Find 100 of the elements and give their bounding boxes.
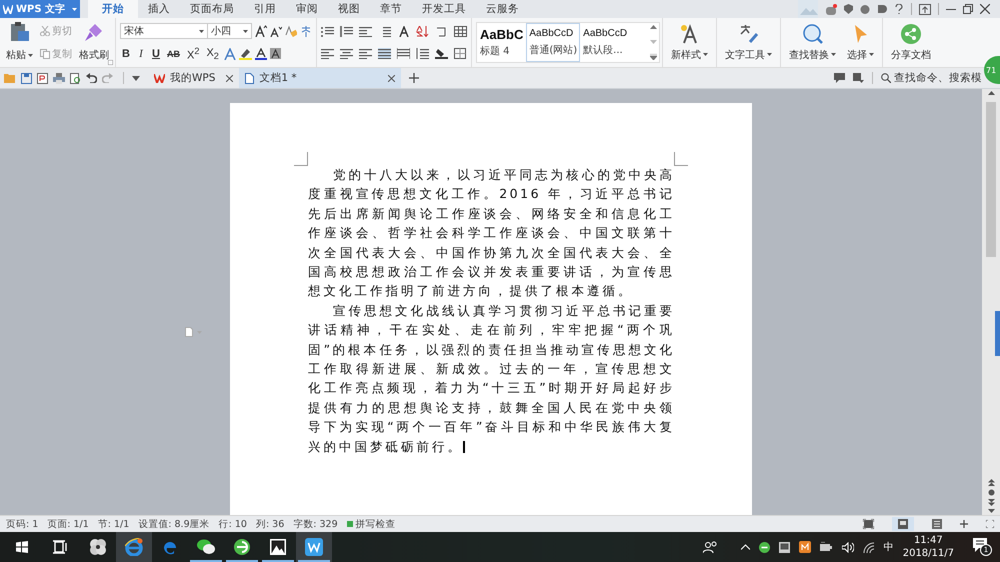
distribute-icon[interactable] <box>397 48 410 60</box>
document-tab[interactable]: 文档1 * <box>239 68 402 88</box>
shrink-font-icon[interactable] <box>270 25 282 38</box>
full-screen-icon[interactable] <box>863 519 874 529</box>
numbered-list-icon[interactable] <box>340 26 353 37</box>
ribbon-tab[interactable]: 开发工具 <box>412 0 476 18</box>
ribbon-tab[interactable]: 开始 <box>88 0 138 18</box>
align-center-icon[interactable] <box>340 48 353 60</box>
share-icon <box>900 23 922 46</box>
outline-view-icon[interactable] <box>932 519 942 529</box>
font-style-button[interactable]: X$_{2}$ <box>204 46 221 61</box>
ribbon-tab[interactable]: 审阅 <box>286 0 328 18</box>
restore-icon[interactable] <box>963 4 973 14</box>
app-menu-button[interactable]: WPS 文字 <box>0 0 80 18</box>
ribbon-tab[interactable]: 引用 <box>244 0 286 18</box>
pinyin-icon[interactable] <box>300 25 312 38</box>
font-size-icon[interactable] <box>397 26 410 37</box>
copy-icon <box>40 48 50 59</box>
scroll-down-icon[interactable] <box>988 509 994 513</box>
command-search-field[interactable]: 查找命令、搜索模 <box>881 71 982 85</box>
comment-icon[interactable] <box>834 73 845 83</box>
status-text: 节: 1/1 <box>98 518 130 530</box>
document-tab[interactable]: 我的WPS <box>148 68 240 88</box>
table-icon[interactable] <box>454 26 467 37</box>
tools-button[interactable]: 文字工具 <box>721 20 776 65</box>
image-icon <box>269 538 287 556</box>
w-logo-icon <box>3 4 13 14</box>
fit-icon[interactable] <box>986 520 994 528</box>
select-browse-icon[interactable] <box>988 489 994 496</box>
scroll-up-icon[interactable] <box>650 25 658 29</box>
ribbon-tab[interactable]: 页面布局 <box>180 0 244 18</box>
style-preset[interactable]: AaBbCcD 默认段... <box>580 23 650 62</box>
caret-icon[interactable] <box>132 76 140 80</box>
taskbar-app[interactable] <box>296 532 332 562</box>
find-button[interactable]: 查找替换 <box>785 20 840 65</box>
status-text: 页面: 1/1 <box>47 518 89 530</box>
help-icon[interactable] <box>894 4 904 14</box>
paste-button[interactable]: 粘贴 <box>4 20 35 65</box>
spell-check-button[interactable]: 拼写检查 <box>346 518 396 530</box>
ribbon-tab[interactable]: 云服务 <box>476 0 529 18</box>
bullet-list-icon[interactable] <box>321 26 334 37</box>
pin-icon[interactable] <box>853 73 864 83</box>
font-style-button[interactable]: X$^{2}$ <box>185 46 202 62</box>
chevron-up-icon[interactable] <box>740 544 750 550</box>
upload-icon[interactable] <box>919 4 931 14</box>
zoom-in-icon[interactable] <box>960 520 968 528</box>
ribbon-tab[interactable]: 章节 <box>370 0 412 18</box>
shield-icon[interactable] <box>844 4 853 14</box>
new-tab-icon[interactable] <box>409 73 420 83</box>
ribbon-tab[interactable]: 视图 <box>328 0 370 18</box>
justify-icon[interactable] <box>378 48 391 60</box>
border-icon[interactable] <box>454 48 467 60</box>
save-icon[interactable] <box>21 72 32 84</box>
font-style-button[interactable]: AB <box>165 48 182 59</box>
sort-icon[interactable] <box>416 26 429 37</box>
grow-font-icon[interactable] <box>255 25 267 38</box>
align-left-icon[interactable] <box>321 48 334 60</box>
volume-icon[interactable] <box>842 542 854 552</box>
style-preset[interactable]: AaBbCcD 普通(网站) <box>526 23 580 62</box>
clear-format-icon[interactable] <box>285 25 297 38</box>
wifi-icon[interactable] <box>862 542 875 552</box>
font-style-button[interactable]: I <box>135 48 147 60</box>
style-button[interactable]: 新样式 <box>667 20 712 65</box>
font-size-field[interactable]: 小四 <box>207 23 252 40</box>
scrollbar-thumb[interactable] <box>986 102 996 257</box>
paragraph: 宣传思想文化战线认真学习贯彻习近平总书记重要讲话精神，干在实处、走在前列，牢牢把握“两个巩固”的根本任务，以强烈的责任担当推动宣传思想文化工作取得新进展、新成效。过去的一年，宣传思想文化工作亮点频现，着力为“十三五”时期开好局起好步提供有力的思想舆论支持，鼓舞全国人民在党中央领导下为实现“两个一百年”奋斗目标和中华民族伟大复兴的中国梦砥砺前行。 <box>308 302 675 456</box>
scroll-up-icon[interactable] <box>988 91 994 95</box>
style-preset[interactable]: AaBbC 标题 4 <box>477 23 526 62</box>
select-button[interactable]: 选择 <box>843 20 878 65</box>
w-logo-icon <box>305 538 323 556</box>
share-button[interactable]: 分享文档 <box>887 20 936 65</box>
export-pdf-icon[interactable] <box>37 72 48 84</box>
text-effect-icon[interactable] <box>224 48 236 60</box>
ribbon-tab[interactable]: 插入 <box>138 0 180 18</box>
undo-icon[interactable] <box>86 73 97 83</box>
people-icon[interactable] <box>702 541 717 553</box>
more-styles-icon[interactable] <box>650 54 658 60</box>
print-icon[interactable] <box>53 72 65 84</box>
font-style-button[interactable]: B <box>120 48 132 60</box>
page-view-icon[interactable] <box>898 519 908 529</box>
format-painter-button[interactable]: 格式刷 <box>77 20 111 65</box>
char-shading-icon[interactable] <box>270 48 281 60</box>
align-right-icon[interactable] <box>359 48 372 60</box>
close-icon[interactable] <box>980 4 990 14</box>
next-page-icon[interactable] <box>988 499 994 506</box>
highlight-icon[interactable] <box>238 48 252 60</box>
font-style-button[interactable]: U <box>150 48 162 60</box>
margin-corner-icon <box>294 152 308 166</box>
scrollbar[interactable] <box>982 89 1000 515</box>
font-name-field[interactable]: 宋体 <box>120 23 208 40</box>
shading-icon[interactable] <box>435 48 448 60</box>
input-method-indicator[interactable]: 中 <box>884 540 894 554</box>
print-preview-icon[interactable] <box>70 72 81 84</box>
line-spacing-icon[interactable] <box>416 48 429 60</box>
decrease-indent-icon[interactable] <box>359 26 372 37</box>
expand-icon[interactable] <box>108 60 113 65</box>
battery-icon[interactable] <box>820 542 833 552</box>
tablet-icon[interactable] <box>778 542 790 552</box>
font-color-icon[interactable] <box>254 48 267 60</box>
previous-page-icon[interactable] <box>988 479 994 486</box>
